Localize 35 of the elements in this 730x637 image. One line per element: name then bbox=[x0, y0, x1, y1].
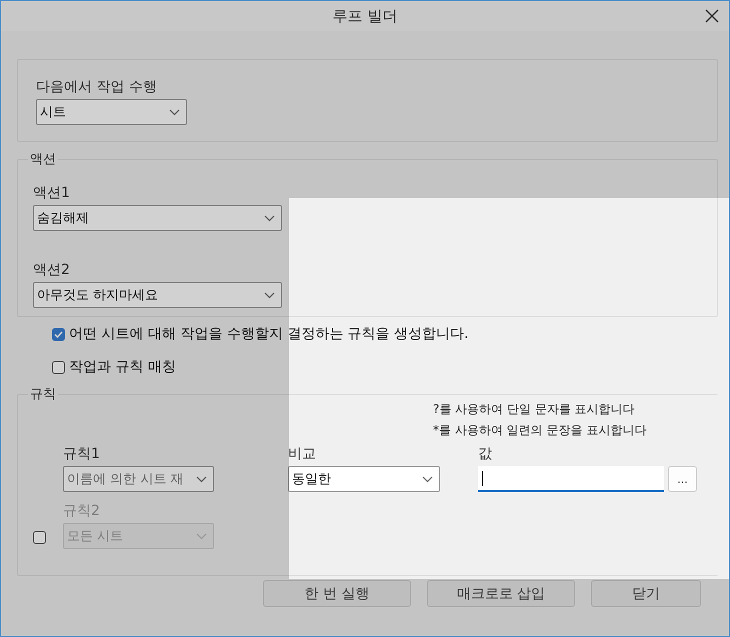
checkbox[interactable] bbox=[52, 328, 65, 340]
field-label: 규칙1 bbox=[63, 445, 101, 463]
dialog-button[interactable]: 한 번 실행 bbox=[263, 580, 411, 607]
chevron-down-icon bbox=[264, 292, 275, 298]
check-icon bbox=[54, 330, 63, 338]
dropdown[interactable]: 동일한 bbox=[288, 466, 440, 492]
dialog-button[interactable]: 닫기 bbox=[591, 580, 701, 607]
chevron-down-icon bbox=[422, 476, 433, 482]
checkbox[interactable] bbox=[52, 360, 65, 374]
field-label: 다음에서 작업 수행 bbox=[36, 78, 158, 96]
dialog-button[interactable]: 매크로로 삽입 bbox=[427, 580, 575, 607]
field-label: 비교 bbox=[288, 445, 317, 463]
chevron-down-icon bbox=[196, 476, 207, 482]
group-title: 규칙 bbox=[28, 385, 58, 403]
close-icon bbox=[705, 9, 719, 23]
field-label: 액션1 bbox=[33, 184, 71, 202]
checkbox-label: 작업과 규칙 매칭 bbox=[69, 358, 176, 376]
dropdown[interactable]: 시트 bbox=[36, 99, 187, 125]
hint-text: *를 사용하여 일련의 문장을 표시합니다 bbox=[433, 422, 648, 439]
dropdown[interactable]: 숨김해제 bbox=[33, 205, 282, 231]
checkbox-label: 어떤 시트에 대해 작업을 수행할지 결정하는 규칙을 생성합니다. bbox=[69, 325, 469, 343]
text-cursor bbox=[482, 470, 483, 486]
group-title: 액션 bbox=[28, 150, 58, 168]
field-label: 값 bbox=[478, 445, 493, 463]
chevron-down-icon bbox=[196, 532, 207, 540]
dropdown[interactable]: 이름에 의한 시트 재 bbox=[63, 466, 214, 492]
browse-button[interactable]: ... bbox=[668, 466, 697, 492]
field-label: 액션2 bbox=[33, 261, 71, 279]
chevron-down-icon bbox=[169, 108, 180, 116]
field-label: 규칙2 bbox=[63, 502, 101, 520]
window-title: 루프 빌더 bbox=[332, 6, 398, 26]
dropdown[interactable]: 아무것도 하지마세요 bbox=[33, 282, 282, 308]
value-field[interactable] bbox=[478, 466, 664, 492]
chevron-down-icon bbox=[264, 214, 275, 222]
hint-text: ?를 사용하여 단일 문자를 표시합니다 bbox=[433, 401, 636, 418]
